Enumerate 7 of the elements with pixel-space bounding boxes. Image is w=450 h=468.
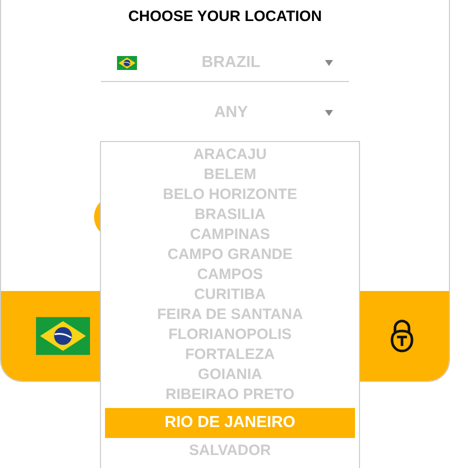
flag-icon xyxy=(117,56,137,70)
brazil-flag-icon xyxy=(36,317,90,355)
lock-icon xyxy=(390,319,414,353)
caret-icon xyxy=(325,60,333,66)
card-title: CHOOSE YOUR LOCATION xyxy=(127,7,323,26)
city-option[interactable]: RIO DE JANEIRO xyxy=(105,408,355,438)
caret-icon xyxy=(325,110,333,116)
